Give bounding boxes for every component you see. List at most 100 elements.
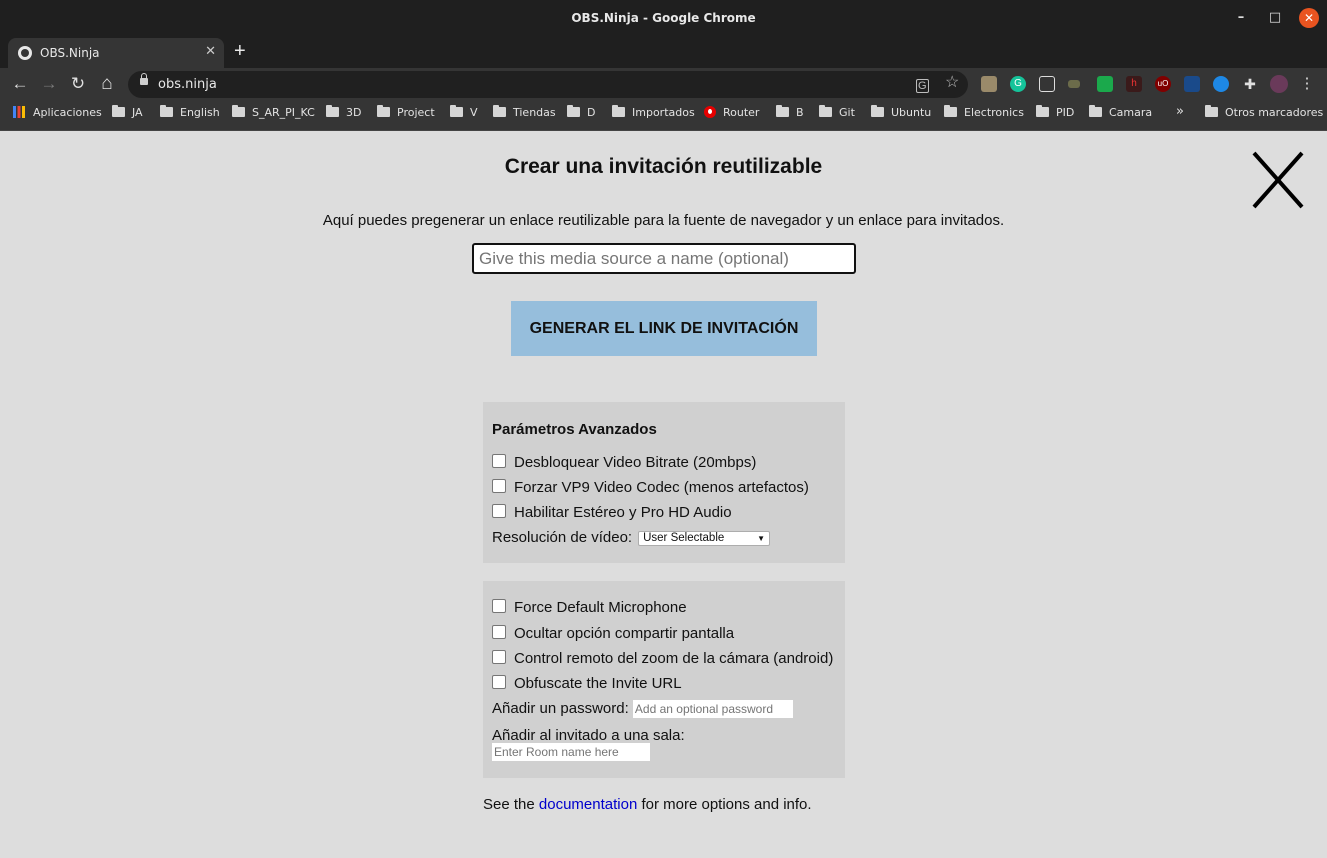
folder-icon — [612, 105, 625, 117]
option-row[interactable]: Ocultar opción compartir pantalla — [492, 625, 734, 642]
forward-arrow-icon[interactable]: → — [39, 74, 59, 94]
tab-label: OBS.Ninja — [40, 46, 100, 60]
option-label: Control remoto del zoom de la cámara (an… — [514, 650, 834, 667]
translate-icon[interactable]: G — [916, 79, 929, 93]
obfuscate-url-checkbox[interactable] — [492, 675, 506, 689]
resolution-select[interactable]: User Selectable ▼ — [638, 531, 771, 546]
folder-icon — [871, 105, 884, 117]
folder-icon — [326, 105, 339, 117]
documentation-link[interactable]: documentation — [539, 796, 637, 813]
folder-icon — [1036, 105, 1049, 117]
resolution-label: Resolución de vídeo: — [492, 529, 633, 546]
home-icon[interactable]: ⌂ — [97, 74, 117, 94]
bookmark-folder[interactable]: Git — [819, 105, 855, 119]
lock-icon[interactable] — [140, 73, 148, 85]
remote-zoom-checkbox[interactable] — [492, 650, 506, 664]
folder-icon — [112, 105, 125, 117]
extension-icon-3[interactable] — [1039, 76, 1055, 92]
bookmark-folder[interactable]: English — [160, 105, 220, 119]
bookmark-folder[interactable]: PID — [1036, 105, 1074, 119]
dialog-description: Aquí puedes pregenerar un enlace reutili… — [322, 212, 1005, 229]
back-arrow-icon[interactable]: ← — [10, 74, 30, 94]
address-bar[interactable]: obs.ninja G ☆ — [128, 71, 968, 98]
extension-icon-6[interactable]: h — [1126, 76, 1142, 92]
room-row: Enter Room name here — [492, 743, 650, 761]
media-source-name-input[interactable] — [472, 243, 856, 274]
bookmark-folder[interactable]: V — [450, 105, 478, 119]
bookmark-apps[interactable]: Aplicaciones — [13, 106, 102, 119]
bookmark-folder[interactable]: Electronics — [944, 105, 1024, 119]
vodafone-icon — [704, 106, 716, 118]
tab-close-icon[interactable]: ✕ — [205, 44, 216, 59]
extension-icon-9[interactable] — [1213, 76, 1229, 92]
hide-screenshare-checkbox[interactable] — [492, 625, 506, 639]
bookmark-star-icon[interactable]: ☆ — [945, 75, 959, 91]
option-row[interactable]: Forzar VP9 Video Codec (menos artefactos… — [492, 479, 809, 496]
profile-avatar[interactable] — [1270, 75, 1288, 93]
extensions-puzzle-icon[interactable]: ✚ — [1242, 76, 1258, 92]
folder-icon — [493, 105, 506, 117]
tab-obs-ninja[interactable]: OBS.Ninja ✕ — [8, 38, 224, 68]
bookmark-folder[interactable]: Ubuntu — [871, 105, 931, 119]
advanced-parameters-panel: Parámetros Avanzados Desbloquear Video B… — [483, 402, 845, 563]
option-row[interactable]: Control remoto del zoom de la cámara (an… — [492, 650, 833, 667]
bookmark-folder[interactable]: B — [776, 105, 804, 119]
password-input[interactable]: Add an optional password — [632, 700, 793, 718]
vp9-checkbox[interactable] — [492, 479, 506, 493]
bitrate-checkbox[interactable] — [492, 454, 506, 468]
bookmarks-overflow-button[interactable]: » — [1176, 104, 1184, 119]
bookmarks-bar: Aplicaciones JA English S_AR_PI_KC 3D Pr… — [0, 100, 1327, 131]
bookmark-other-folder[interactable]: Otros marcadores — [1205, 105, 1323, 119]
shield-extension-icon[interactable] — [1097, 76, 1113, 92]
bookmark-folder[interactable]: Project — [377, 105, 435, 119]
folder-icon — [232, 105, 245, 117]
option-label: Forzar VP9 Video Codec (menos artefactos… — [514, 479, 809, 496]
ublock-extension-icon[interactable]: uO — [1155, 76, 1171, 92]
bookmark-router[interactable]: Router — [704, 106, 759, 119]
tab-strip: OBS.Ninja ✕ — [0, 36, 1327, 68]
bookmark-folder[interactable]: JA — [112, 105, 143, 119]
option-row[interactable]: Habilitar Estéreo y Pro HD Audio — [492, 504, 732, 521]
bookmark-folder[interactable]: S_AR_PI_KC — [232, 105, 315, 119]
default-microphone-checkbox[interactable] — [492, 599, 506, 613]
page-content: Crear una invitación reutilizable Aquí p… — [0, 131, 1327, 858]
extension-icon-1[interactable] — [981, 76, 997, 92]
folder-icon — [450, 105, 463, 117]
footer-text: See the documentation for more options a… — [483, 796, 812, 813]
folder-icon — [944, 105, 957, 117]
close-window-button[interactable]: ✕ — [1299, 8, 1319, 28]
window-titlebar: OBS.Ninja - Google Chrome – □ ✕ — [0, 0, 1327, 36]
reload-icon[interactable]: ↻ — [68, 74, 88, 94]
obs-ninja-favicon-icon — [18, 46, 32, 60]
stereo-checkbox[interactable] — [492, 504, 506, 518]
url-text: obs.ninja — [158, 77, 217, 92]
password-label: Añadir un password: — [492, 700, 629, 717]
option-row[interactable]: Obfuscate the Invite URL — [492, 675, 682, 692]
folder-icon — [160, 105, 173, 117]
room-name-input[interactable]: Enter Room name here — [492, 743, 650, 761]
option-label: Habilitar Estéreo y Pro HD Audio — [514, 504, 732, 521]
minimize-button[interactable]: – — [1231, 8, 1251, 28]
chrome-menu-icon[interactable]: ⋮ — [1299, 76, 1315, 92]
bookmark-folder[interactable]: Tiendas — [493, 105, 556, 119]
extension-icon-8[interactable] — [1184, 76, 1200, 92]
resolution-row: Resolución de vídeo: User Selectable ▼ — [492, 529, 771, 546]
option-row[interactable]: Force Default Microphone — [492, 599, 687, 616]
grammarly-extension-icon[interactable]: G — [1010, 76, 1026, 92]
new-tab-button[interactable]: + — [234, 40, 246, 62]
extension-icon-4[interactable] — [1068, 80, 1080, 88]
generate-invite-link-button[interactable]: GENERAR EL LINK DE INVITACIÓN — [511, 301, 817, 356]
bookmark-folder[interactable]: Importados — [612, 105, 695, 119]
bookmark-folder[interactable]: 3D — [326, 105, 361, 119]
option-label: Force Default Microphone — [514, 599, 687, 616]
dialog-heading: Crear una invitación reutilizable — [504, 155, 823, 178]
bookmark-folder[interactable]: D — [567, 105, 595, 119]
room-label: Añadir al invitado a una sala: — [492, 727, 685, 744]
bookmark-folder[interactable]: Camara — [1089, 105, 1152, 119]
browser-toolbar: ← → ↻ ⌂ obs.ninja G ☆ G h uO ✚ ⋮ — [0, 68, 1327, 100]
folder-icon — [1205, 105, 1218, 117]
option-label: Ocultar opción compartir pantalla — [514, 625, 735, 642]
maximize-button[interactable]: □ — [1265, 8, 1285, 28]
option-row[interactable]: Desbloquear Video Bitrate (20mbps) — [492, 454, 756, 471]
option-label: Desbloquear Video Bitrate (20mbps) — [514, 454, 757, 471]
